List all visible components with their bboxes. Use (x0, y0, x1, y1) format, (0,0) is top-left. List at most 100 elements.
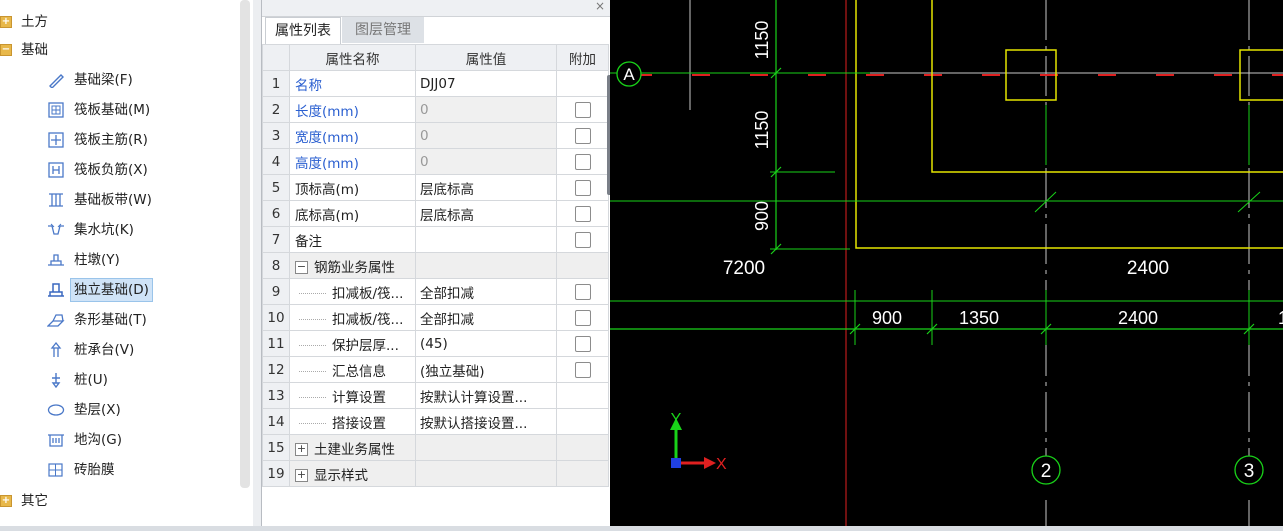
dimension-text: 1150 (752, 111, 772, 150)
extra-cell (556, 174, 609, 201)
table-group-row[interactable]: 19 + 显示样式 (262, 460, 609, 487)
extra-cell (556, 200, 609, 227)
axis-label-2: 2 (1041, 461, 1052, 482)
property-panel: × 属性列表 图层管理 属性名称 属性值 附加 1 名称 DJJ07 2 长度(mm) 0… (261, 0, 610, 531)
dimension-text: 900 (872, 308, 902, 328)
extra-checkbox[interactable] (574, 153, 591, 170)
property-value[interactable]: 按默认搭接设置... (415, 408, 557, 435)
tree-item-label: 地沟(G) (74, 432, 122, 448)
cad-drawing: 1150 1150 900 7200 2400 900 1350 2400 1 … (610, 0, 1283, 531)
row-number: 15 (262, 434, 290, 461)
extra-checkbox[interactable] (574, 309, 591, 326)
table-row[interactable]: 1 名称 DJJ07 (262, 70, 609, 97)
extra-checkbox[interactable] (574, 127, 591, 144)
extra-checkbox[interactable] (574, 283, 591, 300)
tree-item-label: 基础板带(W) (74, 192, 152, 208)
close-icon[interactable]: × (595, 0, 605, 13)
extra-checkbox[interactable] (574, 101, 591, 118)
row-number: 13 (262, 382, 290, 409)
table-row[interactable]: 12 汇总信息 (独立基础) (262, 356, 609, 383)
collapse-icon[interactable]: − (0, 44, 12, 56)
extra-checkbox[interactable] (574, 179, 591, 196)
extra-checkbox[interactable] (574, 231, 591, 248)
property-value[interactable]: (45) (415, 330, 557, 357)
property-value[interactable]: 全部扣减 (415, 304, 557, 331)
tab-layer-management[interactable]: 图层管理 (342, 17, 424, 43)
table-row[interactable]: 11 保护层厚... (45) (262, 330, 609, 357)
beam-icon (49, 74, 64, 88)
column-header-extra: 附加 (556, 44, 609, 71)
tree-scrollbar[interactable] (240, 0, 250, 488)
property-value[interactable]: DJJ07 (415, 70, 557, 97)
expand-icon[interactable]: + (295, 469, 308, 482)
property-name: 名称 (289, 70, 416, 97)
extra-checkbox[interactable] (574, 335, 591, 352)
extra-checkbox[interactable] (574, 361, 591, 378)
table-group-row[interactable]: 15 + 土建业务属性 (262, 434, 609, 461)
property-name: 扣减板/筏... (289, 304, 416, 331)
property-value (415, 252, 557, 279)
row-number: 3 (262, 122, 290, 149)
isolated-foundation-icon (48, 283, 64, 297)
property-name: 宽度(mm) (289, 122, 416, 149)
property-value[interactable]: 0 (415, 122, 557, 149)
row-number: 9 (262, 278, 290, 305)
extra-cell (556, 434, 609, 461)
tree-item-label: 桩(U) (74, 372, 108, 388)
raft-main-rebar-icon (48, 132, 64, 148)
expand-icon[interactable]: + (0, 16, 12, 28)
extra-cell (556, 252, 609, 279)
table-row[interactable]: 2 长度(mm) 0 (262, 96, 609, 123)
property-name: 底标高(m) (289, 200, 416, 227)
property-value[interactable]: 0 (415, 96, 557, 123)
property-value[interactable]: (独立基础) (415, 356, 557, 383)
table-row[interactable]: 5 顶标高(m) 层底标高 (262, 174, 609, 201)
foundation-outline-outer (855, 0, 1283, 249)
table-row[interactable]: 13 计算设置 按默认计算设置... (262, 382, 609, 409)
collapse-icon[interactable]: − (295, 261, 308, 274)
property-value[interactable]: 0 (415, 148, 557, 175)
property-name: 扣减板/筏... (289, 278, 416, 305)
row-number: 1 (262, 70, 290, 97)
column-header-number (262, 44, 290, 71)
table-group-row[interactable]: 8− 钢筋业务属性 (262, 252, 609, 279)
panel-splitter[interactable] (253, 0, 261, 531)
property-value[interactable]: 层底标高 (415, 200, 557, 227)
cad-drawing-canvas[interactable]: 1150 1150 900 7200 2400 900 1350 2400 1 … (610, 0, 1283, 531)
pile-icon (51, 373, 61, 388)
property-value[interactable]: 全部扣减 (415, 278, 557, 305)
extra-checkbox[interactable] (574, 205, 591, 222)
table-row[interactable]: 10 扣减板/筏... 全部扣减 (262, 304, 609, 331)
tree-item-label: 柱墩(Y) (74, 252, 120, 268)
foundation-strip-icon (49, 193, 63, 207)
property-value[interactable] (415, 226, 557, 253)
table-row[interactable]: 9 扣减板/筏... 全部扣减 (262, 278, 609, 305)
table-row[interactable]: 7 备注 (262, 226, 609, 253)
property-value[interactable]: 按默认计算设置... (415, 382, 557, 409)
table-row[interactable]: 14 搭接设置 按默认搭接设置... (262, 408, 609, 435)
property-name-label: 名称 (295, 77, 322, 94)
dimension-text: 2400 (1127, 258, 1169, 279)
tree-item-label: 条形基础(T) (74, 312, 147, 328)
property-name-label: 扣减板/筏... (332, 285, 404, 302)
table-row[interactable]: 4 高度(mm) 0 (262, 148, 609, 175)
property-name: 保护层厚... (289, 330, 416, 357)
property-value[interactable]: 层底标高 (415, 174, 557, 201)
tree-item-label: 筏板基础(M) (74, 102, 151, 118)
cushion-icon (47, 404, 65, 416)
property-name-label: 长度(mm) (295, 103, 359, 120)
property-name: 计算设置 (289, 382, 416, 409)
table-row[interactable]: 6 底标高(m) 层底标高 (262, 200, 609, 227)
expand-icon[interactable]: + (0, 495, 12, 507)
tree-item-label: 筏板负筋(X) (74, 162, 148, 178)
tree-connector (299, 345, 326, 346)
table-header: 属性名称 属性值 附加 (262, 44, 609, 71)
expand-icon[interactable]: + (295, 443, 308, 456)
sump-pit-icon (48, 223, 64, 235)
tab-property-list[interactable]: 属性列表 (265, 17, 341, 44)
row-number: 5 (262, 174, 290, 201)
row-number: 11 (262, 330, 290, 357)
tree-node-label: 其它 (21, 493, 48, 509)
pile-cap-icon (50, 342, 62, 357)
table-row[interactable]: 3 宽度(mm) 0 (262, 122, 609, 149)
